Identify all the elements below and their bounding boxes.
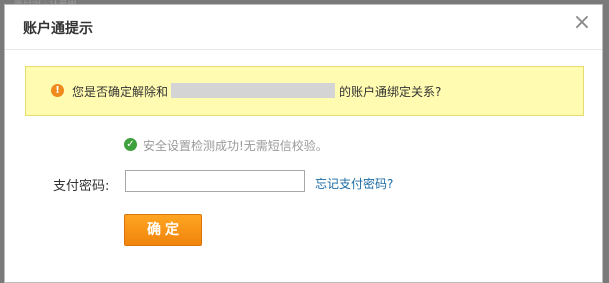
forgot-password-link[interactable]: 忘记支付密码? — [315, 175, 393, 192]
close-icon[interactable]: × — [572, 12, 592, 34]
payment-password-input[interactable] — [125, 170, 305, 192]
confirm-button[interactable]: 确定 — [124, 214, 202, 246]
security-check-message: 安全设置检测成功!无需短信校验。 — [143, 139, 328, 153]
confirm-alert: ! 您是否确定解除和 的账户通绑定关系? — [25, 66, 584, 116]
checkmark-icon: ✓ — [124, 138, 137, 151]
dialog-header: 账户通提示 × — [5, 5, 602, 50]
alert-text-suffix: 的账户通绑定关系? — [339, 85, 442, 99]
warning-icon: ! — [51, 84, 64, 97]
password-label: 支付密码: — [53, 179, 110, 194]
masked-account — [171, 83, 335, 98]
alert-text-prefix: 您是否确定解除和 — [72, 85, 169, 99]
dialog-title: 账户通提示 — [23, 21, 93, 37]
unbind-dialog: 账户通提示 × ! 您是否确定解除和 的账户通绑定关系? ✓ 安全设置检测成功!… — [4, 4, 603, 283]
